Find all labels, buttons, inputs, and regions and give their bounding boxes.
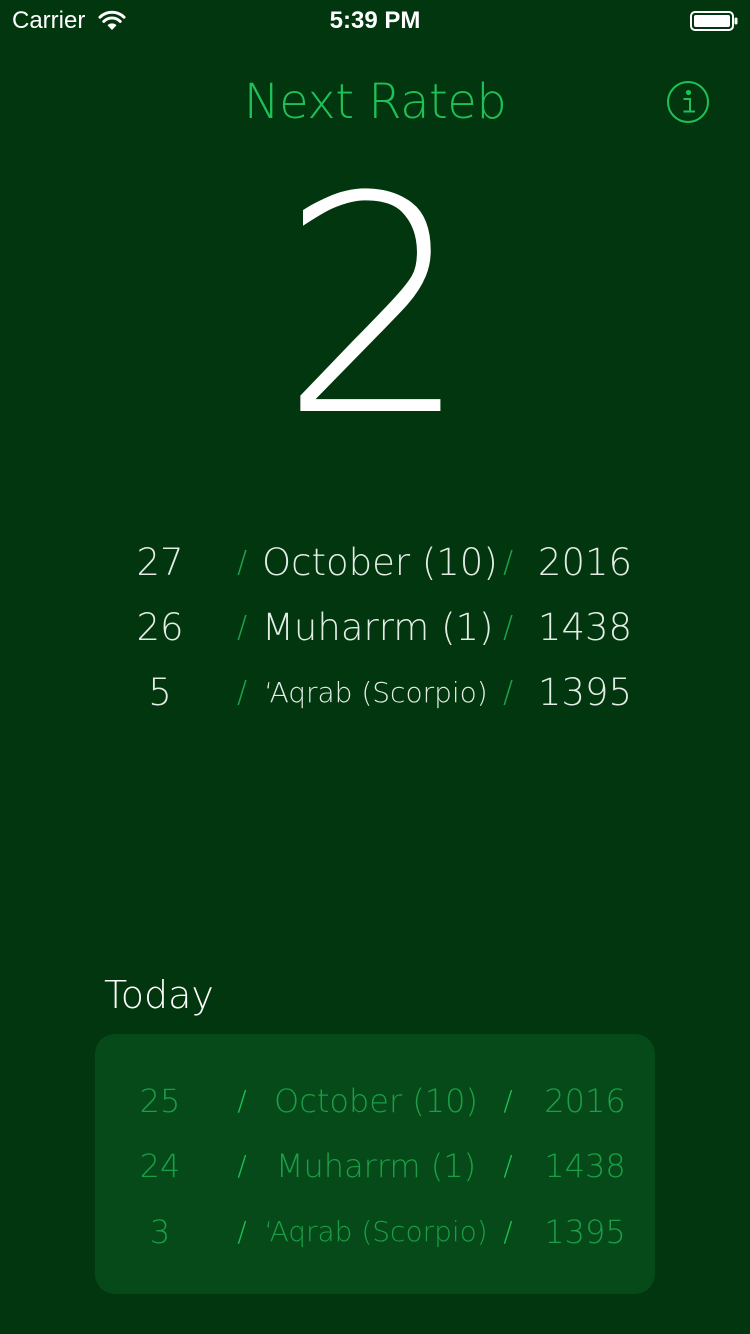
separator: / — [237, 1149, 247, 1182]
next-date-row-hijri: 26 / Muharrm (1) / 1438 — [0, 598, 750, 658]
month-value: ‘Aqrab (Scorpio) — [264, 1215, 488, 1248]
status-bar: Carrier 5:39 PM — [0, 0, 750, 40]
separator: / — [503, 1084, 513, 1117]
page-title: Next Rateb — [243, 74, 507, 130]
separator: / — [503, 1215, 513, 1248]
today-date-row-gregorian: 25 / October (10) / 2016 — [0, 1071, 750, 1131]
day-value: 25 — [139, 1082, 181, 1120]
month-value: ‘Aqrab (Scorpio) — [264, 676, 488, 709]
separator: / — [236, 545, 248, 580]
year-value: 1395 — [544, 1213, 626, 1251]
info-button[interactable] — [666, 80, 710, 124]
year-value: 1438 — [544, 1147, 626, 1185]
separator: / — [237, 1084, 247, 1117]
separator: / — [503, 1149, 513, 1182]
battery-icon — [690, 11, 738, 31]
day-value: 27 — [136, 541, 184, 584]
status-time: 5:39 PM — [329, 7, 421, 34]
year-value: 2016 — [544, 1082, 626, 1120]
month-value: Muharrm (1) — [262, 606, 494, 649]
year-value: 2016 — [537, 541, 633, 584]
month-value: Muharrm (1) — [275, 1147, 477, 1185]
today-date-row-hijri: 24 / Muharrm (1) / 1438 — [0, 1136, 750, 1196]
day-value: 26 — [136, 606, 184, 649]
separator: / — [236, 675, 248, 710]
separator: / — [236, 610, 248, 645]
next-date-row-solar: 5 / ‘Aqrab (Scorpio) / 1395 — [0, 663, 750, 723]
next-date-row-gregorian: 27 / October (10) / 2016 — [0, 533, 750, 593]
countdown-number: 2 — [279, 133, 471, 482]
year-value: 1438 — [537, 606, 633, 649]
month-value: October (10) — [274, 1082, 478, 1120]
day-value: 5 — [148, 671, 172, 714]
separator: / — [502, 610, 514, 645]
separator: / — [502, 545, 514, 580]
separator: / — [237, 1215, 247, 1248]
today-date-row-solar: 3 / ‘Aqrab (Scorpio) / 1395 — [0, 1202, 750, 1262]
day-value: 24 — [139, 1147, 181, 1185]
today-label: Today — [104, 973, 214, 1017]
year-value: 1395 — [537, 671, 633, 714]
info-icon — [667, 81, 709, 123]
separator: / — [502, 675, 514, 710]
month-value: October (10) — [262, 541, 498, 584]
day-value: 3 — [149, 1213, 171, 1251]
